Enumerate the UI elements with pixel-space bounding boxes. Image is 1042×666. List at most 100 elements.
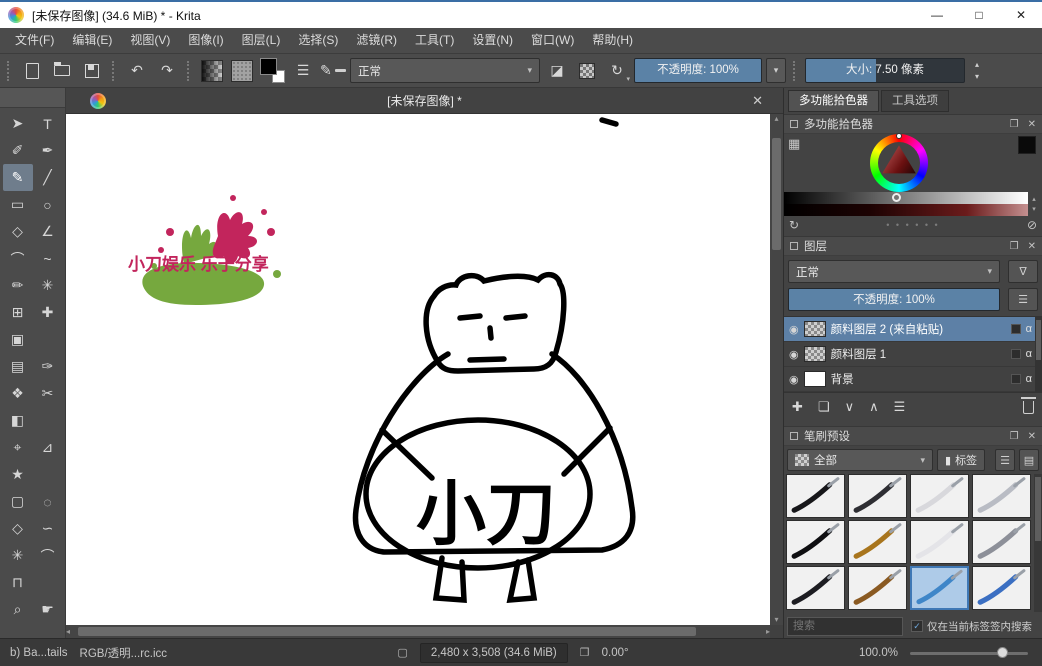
scroll-up-icon[interactable]: ▴: [774, 114, 778, 124]
brush-grid-scrollbar[interactable]: [1034, 474, 1042, 612]
sync-color-icon[interactable]: ↻: [789, 218, 799, 232]
tool-color-sampler[interactable]: ✑: [33, 353, 63, 380]
tool-select-shapes[interactable]: ➤: [3, 110, 33, 137]
docker-drag-handle[interactable]: • • • • • •: [799, 220, 1027, 230]
tool-crop[interactable]: ▣: [3, 326, 33, 353]
tool-fill[interactable]: ◧: [3, 407, 33, 434]
tool-move[interactable]: ✚: [33, 299, 63, 326]
tool-edit-shapes[interactable]: ✐: [3, 137, 33, 164]
open-document-button[interactable]: [49, 58, 75, 84]
tool-pattern-edit[interactable]: ❖: [3, 380, 33, 407]
toolbar-grip[interactable]: [793, 61, 798, 81]
brush-editor-button[interactable]: ✎: [320, 58, 346, 84]
hue-gradient-strip[interactable]: [784, 204, 1028, 216]
blend-mode-combobox[interactable]: 正常 ▾: [350, 58, 540, 83]
tool-polyline[interactable]: ∠: [33, 218, 63, 245]
close-docker-icon[interactable]: ✕: [1028, 431, 1036, 442]
layer-row-2[interactable]: ◉颜料图层 1α: [784, 342, 1042, 367]
toolbox-handle[interactable]: [0, 88, 65, 108]
value-gradient-strip[interactable]: [784, 192, 1028, 204]
brush-preset-5[interactable]: [786, 520, 845, 564]
tool-smart-patch[interactable]: ✂: [33, 380, 63, 407]
zoom-slider-thumb[interactable]: [997, 647, 1008, 658]
vertical-scroll-track[interactable]: [770, 124, 783, 615]
color-profile-label[interactable]: RGB/透明...rc.icc: [80, 645, 168, 661]
tool-reference-images[interactable]: ★: [3, 461, 33, 488]
menu-filter[interactable]: 滤镜(R): [347, 28, 406, 53]
scroll-up-icon[interactable]: ▴: [1032, 195, 1036, 203]
tool-freehand-select[interactable]: ∽: [33, 515, 63, 542]
tab-tool-options[interactable]: 工具选项: [881, 90, 949, 112]
color-wheel[interactable]: [870, 134, 928, 192]
float-docker-icon[interactable]: ❐: [1010, 431, 1019, 442]
toolbar-grip[interactable]: [112, 61, 117, 81]
tool-bezier-curve[interactable]: ⌒: [3, 245, 33, 272]
selection-mode-icon[interactable]: ▢: [397, 646, 407, 659]
current-brush-label[interactable]: b) Ba...tails: [10, 647, 68, 659]
size-spinner[interactable]: ▴ ▾: [969, 58, 985, 83]
add-layer-button[interactable]: ✚: [792, 399, 803, 415]
brush-preset-4[interactable]: [972, 474, 1031, 518]
brush-preset-7[interactable]: [910, 520, 969, 564]
layer-lock-icon[interactable]: [1011, 374, 1021, 384]
gradient-chooser-button[interactable]: [199, 58, 225, 84]
undo-button[interactable]: ↶: [124, 58, 150, 84]
search-in-tag-checkbox[interactable]: ✓: [911, 620, 923, 632]
image-size-label[interactable]: 2,480 x 3,508 (34.6 MiB): [420, 643, 568, 663]
menu-window[interactable]: 窗口(W): [522, 28, 583, 53]
list-view-button[interactable]: ☰: [995, 449, 1015, 471]
minimize-button[interactable]: —: [916, 2, 958, 28]
color-history-icon[interactable]: ▦: [788, 136, 800, 152]
layer-properties-button[interactable]: ☰: [894, 399, 906, 415]
detail-view-button[interactable]: ▤: [1019, 449, 1039, 471]
scroll-down-icon[interactable]: ▾: [1032, 205, 1036, 213]
canvas-horizontal-scrollbar[interactable]: ◂ ▸: [66, 625, 770, 638]
preset-filter-combobox[interactable]: 全部 ▾: [787, 449, 933, 471]
menu-image[interactable]: 图像(I): [179, 28, 232, 53]
toolbar-grip[interactable]: [187, 61, 192, 81]
delete-layer-button[interactable]: [1023, 401, 1034, 414]
tool-rectangle[interactable]: ▭: [3, 191, 33, 218]
scroll-down-icon[interactable]: ▾: [774, 615, 778, 625]
layer-blend-mode-combobox[interactable]: 正常 ▾: [788, 260, 1000, 283]
brush-presets-docker-header[interactable]: 笔刷预设 ❐ ✕: [784, 426, 1042, 446]
layer-filter-button[interactable]: ∇: [1008, 260, 1038, 283]
menu-view[interactable]: 视图(V): [121, 28, 179, 53]
layer-list-scrollbar[interactable]: [1035, 316, 1042, 393]
opacity-dropdown-button[interactable]: ▾: [766, 58, 786, 83]
brush-preset-2[interactable]: [848, 474, 907, 518]
close-button[interactable]: ✕: [1000, 2, 1042, 28]
menu-select[interactable]: 选择(S): [289, 28, 347, 53]
tool-freehand-path[interactable]: ~: [33, 245, 63, 272]
brush-preset-6[interactable]: [848, 520, 907, 564]
new-document-button[interactable]: [19, 58, 45, 84]
layer-lock-icon[interactable]: [1011, 349, 1021, 359]
tool-measure[interactable]: ⊿: [33, 434, 63, 461]
tool-dynamic-brush[interactable]: ✏: [3, 272, 33, 299]
fg-bg-color-button[interactable]: [259, 57, 286, 84]
tool-multibrush[interactable]: ✳: [33, 272, 63, 299]
layer-lock-icon[interactable]: [1011, 324, 1021, 334]
spin-down-icon[interactable]: ▾: [975, 72, 979, 81]
move-layer-up-button[interactable]: ∧: [869, 399, 879, 415]
reload-preset-button[interactable]: ↻▾: [604, 58, 630, 84]
canvas-vertical-scrollbar[interactable]: ▴ ▾: [770, 114, 783, 625]
menu-edit[interactable]: 编辑(E): [63, 28, 121, 53]
tool-text[interactable]: T: [33, 110, 63, 137]
brush-preset-11[interactable]: [910, 566, 969, 610]
tool-polygon[interactable]: ◇: [3, 218, 33, 245]
layers-docker-header[interactable]: 图层 ❐ ✕: [784, 236, 1042, 256]
layer-row-3[interactable]: ◉背景α: [784, 367, 1042, 392]
layer-menu-button[interactable]: ☰: [1008, 288, 1038, 311]
close-docker-icon[interactable]: ✕: [1028, 241, 1036, 252]
layer-visible-icon[interactable]: ◉: [789, 373, 799, 386]
zoom-slider[interactable]: [910, 646, 1028, 660]
color-docker-header[interactable]: 多功能拾色器 ❐ ✕: [784, 114, 1042, 134]
brush-preset-10[interactable]: [848, 566, 907, 610]
tool-bezier-select[interactable]: ⌒: [33, 542, 63, 569]
canvas-angle-label[interactable]: 0.00°: [602, 647, 629, 659]
tool-rect-select[interactable]: ▢: [3, 488, 33, 515]
layer-visible-icon[interactable]: ◉: [789, 348, 799, 361]
tool-transform[interactable]: ⊞: [3, 299, 33, 326]
zoom-level-label[interactable]: 100.0%: [859, 647, 898, 659]
